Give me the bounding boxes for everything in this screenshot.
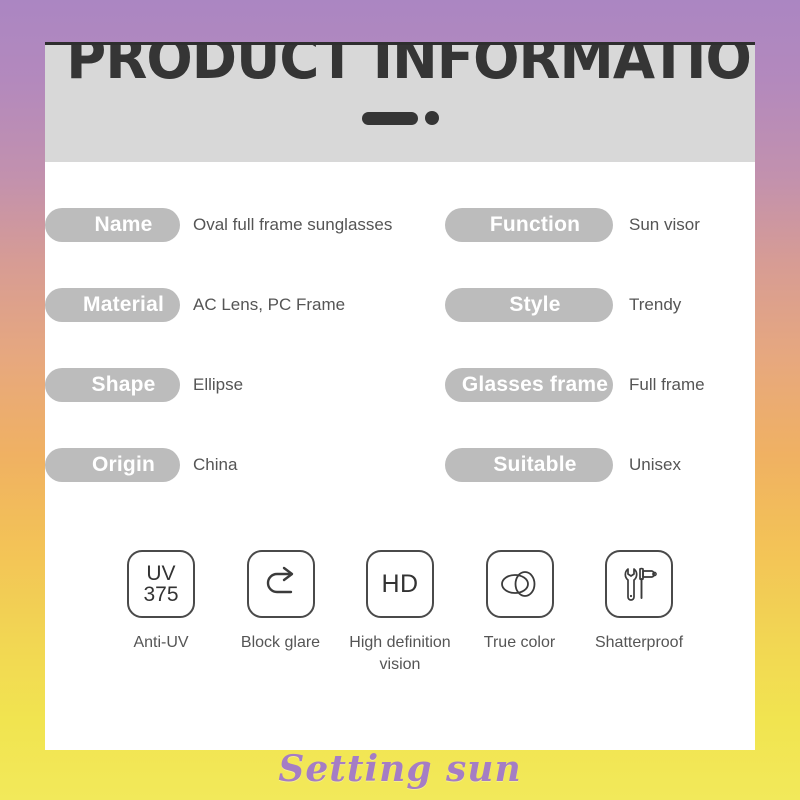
dot-ornament	[424, 111, 439, 125]
spec-row: Material AC Lens, PC Frame Style Trendy	[45, 282, 755, 362]
feature-label: Shatterproof	[594, 634, 684, 651]
spec-value: Unisex	[629, 455, 681, 474]
feature-label: Block glare	[240, 634, 321, 651]
spec-label-pill: Shape	[45, 368, 180, 402]
feature-true-color: True color	[466, 550, 574, 675]
spec-item-material: Material AC Lens, PC Frame	[45, 282, 345, 328]
spec-item-glasses-frame: Glasses frame Full frame	[445, 362, 705, 408]
spec-row: Name Oval full frame sunglasses Function…	[45, 202, 755, 282]
spec-label-pill: Name	[45, 208, 180, 242]
uv-icon-line2: 375	[143, 583, 179, 606]
product-information-poster: PRODUCT INFORMATION Name Oval full frame…	[0, 0, 800, 800]
product-info-card: PRODUCT INFORMATION Name Oval full frame…	[45, 42, 755, 750]
u-turn-arrow-icon	[246, 550, 315, 618]
wrench-hammer-icon	[605, 550, 673, 618]
spec-item-shape: Shape Ellipse	[45, 362, 243, 408]
spec-list: Name Oval full frame sunglasses Function…	[45, 202, 755, 522]
spec-row: Origin China Suitable Unisex	[45, 442, 755, 522]
spec-item-style: Style Trendy	[445, 282, 681, 328]
spec-item-function: Function Sun visor	[445, 202, 700, 248]
card-header: PRODUCT INFORMATION	[45, 42, 755, 162]
dash-ornament	[361, 111, 418, 125]
hd-icon: HD	[366, 550, 434, 618]
page-title: PRODUCT INFORMATION	[66, 42, 755, 92]
hd-icon-text: HD	[381, 569, 419, 598]
spec-label-pill: Function	[445, 208, 613, 242]
spec-value: Full frame	[629, 375, 705, 394]
feature-label: High definition vision	[349, 634, 451, 673]
feature-block-glare: Block glare	[227, 550, 335, 675]
uv-375-icon: UV 375	[127, 550, 195, 618]
spec-value: Sun visor	[629, 215, 700, 234]
spec-value: Ellipse	[193, 375, 244, 394]
spec-item-name: Name Oval full frame sunglasses	[45, 202, 392, 248]
feature-strip: UV 375 Anti-UV Block glare HD High defin…	[45, 550, 755, 675]
spec-item-origin: Origin China	[45, 442, 237, 488]
spec-label-pill: Material	[45, 288, 180, 322]
spec-item-suitable: Suitable Unisex	[445, 442, 681, 488]
uv-icon-line1: UV	[146, 562, 176, 585]
spec-value: China	[193, 455, 238, 474]
spec-label-pill: Style	[445, 288, 613, 322]
spec-value: AC Lens, PC Frame	[193, 295, 346, 314]
spec-value: Trendy	[629, 295, 682, 314]
feature-high-definition-vision: HD High definition vision	[346, 550, 454, 675]
spec-label-pill: Suitable	[445, 448, 613, 482]
watermark-text: Setting sun	[278, 748, 522, 790]
feature-shatterproof: Shatterproof	[585, 550, 693, 675]
feature-anti-uv: UV 375 Anti-UV	[107, 550, 215, 675]
header-ornament	[45, 111, 755, 125]
spec-row: Shape Ellipse Glasses frame Full frame	[45, 362, 755, 442]
feature-label: Anti-UV	[133, 634, 189, 651]
spec-label-pill: Glasses frame	[445, 368, 613, 402]
feature-label: True color	[483, 634, 556, 651]
overlapping-ellipses-icon	[485, 550, 554, 618]
spec-value: Oval full frame sunglasses	[193, 215, 393, 234]
spec-label-pill: Origin	[45, 448, 180, 482]
